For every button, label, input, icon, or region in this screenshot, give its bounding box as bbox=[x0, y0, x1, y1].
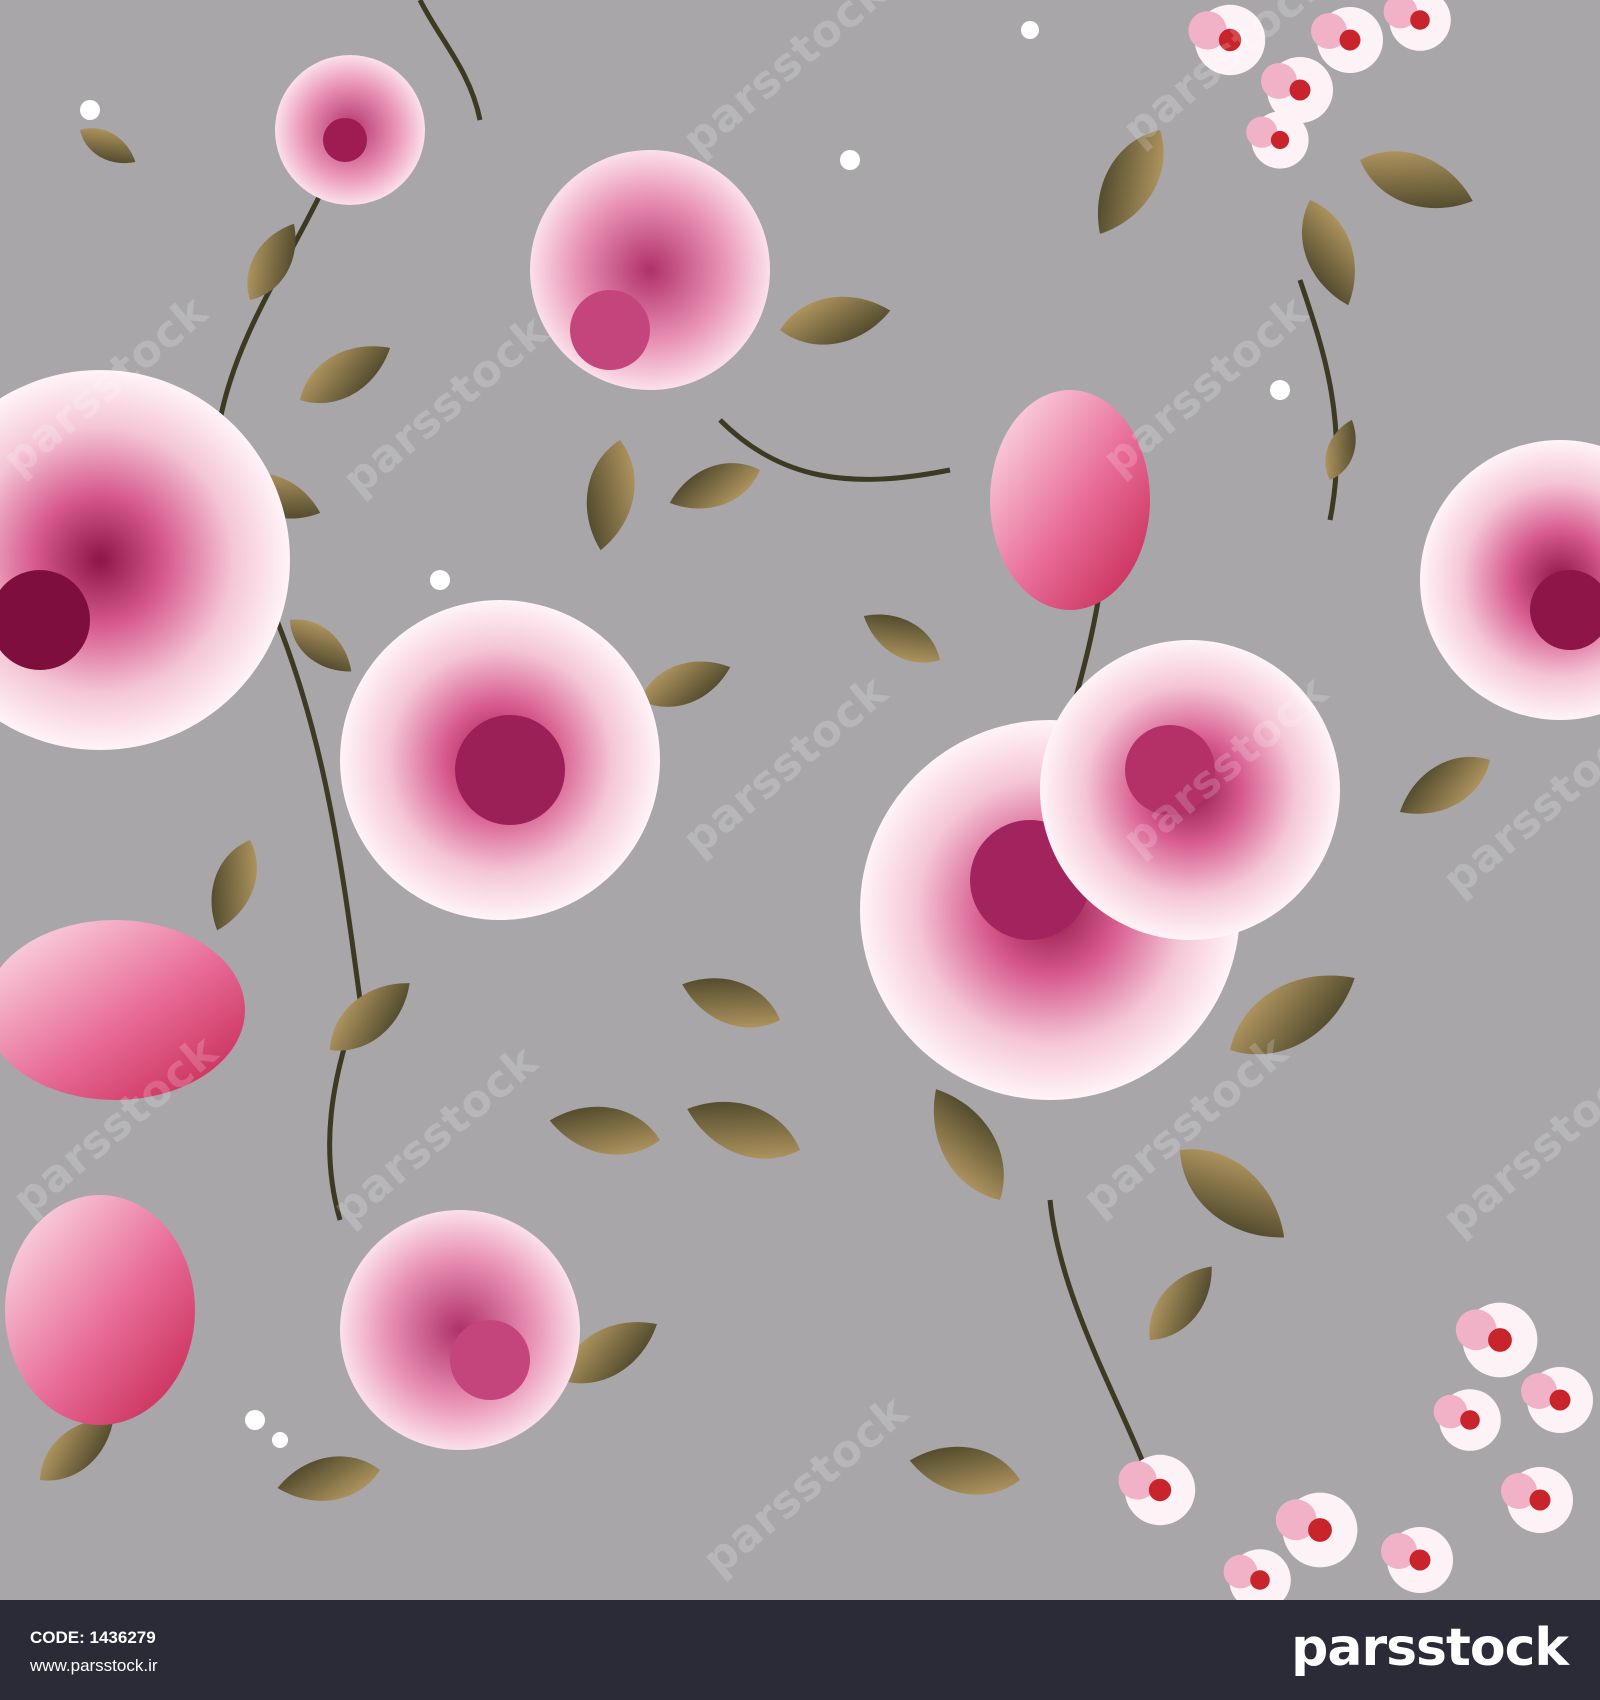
floral-pattern-svg bbox=[0, 0, 1600, 1600]
image-code: CODE: 1436279 bbox=[30, 1628, 156, 1647]
site-url: www.parsstock.ir bbox=[30, 1656, 158, 1675]
page: parsstock parsstock parsstock parsstock … bbox=[0, 0, 1600, 1700]
footer-bar: CODE: 1436279 www.parsstock.ir parsstock bbox=[0, 1600, 1600, 1700]
floral-pattern-image: parsstock parsstock parsstock parsstock … bbox=[0, 0, 1600, 1600]
brand-logo: parsstock bbox=[1291, 1618, 1569, 1678]
